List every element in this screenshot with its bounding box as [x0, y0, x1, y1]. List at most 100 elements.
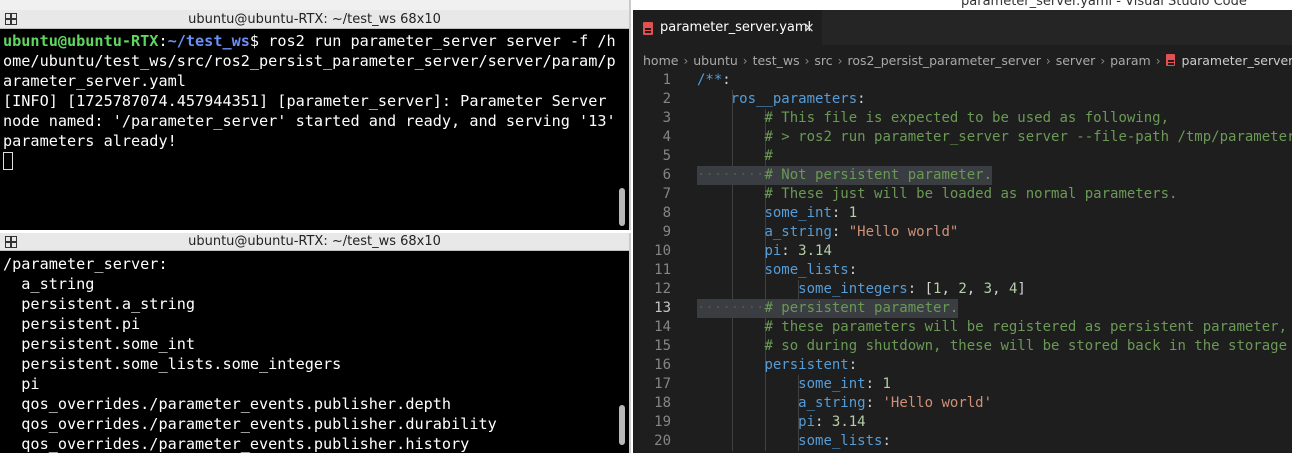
code-line[interactable]: 10 pi: 3.14: [633, 242, 1292, 261]
yaml-value: 1: [848, 205, 858, 221]
terminal-line: pi: [3, 375, 40, 393]
tab-label: parameter_server.yaml: [660, 20, 812, 35]
code-line[interactable]: 13 ········# persistent parameter.: [633, 299, 1292, 318]
breadcrumb-item[interactable]: src: [814, 53, 832, 68]
breadcrumb-item[interactable]: server: [1056, 53, 1096, 68]
yaml-comment: # so during shutdown, these will be stor…: [764, 338, 1292, 354]
line-number: 20: [654, 433, 671, 449]
code-area[interactable]: 1 /**: 2 ros__parameters: 3 # This file is …: [633, 71, 1292, 451]
terminal-titlebar[interactable]: ubuntu@ubuntu-RTX: ~/test_ws 68x10: [0, 10, 629, 29]
yaml-key: some_lists: [764, 262, 849, 278]
code-line[interactable]: 14 # these parameters will be registered…: [633, 318, 1292, 337]
line-number: 14: [654, 319, 671, 335]
chevron-right-icon: ›: [804, 54, 810, 68]
yaml-comment: # > ros2 run parameter_server server --f…: [764, 129, 1292, 145]
code-line[interactable]: 2 ros__parameters:: [633, 90, 1292, 109]
chevron-right-icon: ›: [837, 54, 843, 68]
code-line[interactable]: 5 #: [633, 147, 1292, 166]
line-number: 1: [662, 72, 671, 88]
breadcrumb-item[interactable]: ubuntu: [693, 53, 738, 68]
terminal-output[interactable]: ubuntu@ubuntu-RTX:~/test_ws$ ros2 run pa…: [3, 31, 618, 171]
breadcrumb: home › ubuntu › test_ws › src › ros2_persist_par…: [643, 51, 1292, 71]
terminal-line: persistent.a_string: [3, 295, 196, 313]
terminal-line: persistent.some_int: [3, 335, 196, 353]
yaml-value: "Hello world": [848, 224, 959, 240]
whitespace-dots: ········: [697, 300, 765, 316]
terminal-window-bottom[interactable]: ubuntu@ubuntu-RTX: ~/test_ws 68x10 /para…: [0, 233, 631, 453]
line-number: 4: [662, 129, 671, 145]
terminal-window-top[interactable]: ubuntu@ubuntu-RTX: ~/test_ws 68x10 ubunt…: [0, 0, 631, 230]
yaml-key: some_int: [764, 205, 832, 221]
code-line[interactable]: 12 some_integers: [1, 2, 3, 4]: [633, 280, 1292, 299]
line-content: ros__parameters:: [730, 91, 866, 107]
line-content: some_int: 1: [798, 376, 891, 392]
tab-parameter-server-yaml[interactable]: parameter_server.yaml ×: [633, 10, 822, 45]
breadcrumb-item[interactable]: home: [643, 53, 678, 68]
code-line[interactable]: 3 # This file is expected to be used as …: [633, 109, 1292, 128]
terminal-scrollbar[interactable]: [619, 188, 625, 226]
yaml-value: 1: [882, 376, 891, 392]
yaml-file-icon: [643, 22, 653, 35]
terminal-output[interactable]: /parameter_server: a_string persistent.a…: [3, 254, 618, 453]
line-content: a_string: 'Hello world': [798, 395, 993, 411]
yaml-key: pi: [764, 243, 782, 259]
line-content: #: [697, 147, 773, 166]
line-number: 10: [654, 243, 671, 259]
terminal-line: qos_overrides./parameter_events.publishe…: [3, 435, 470, 453]
code-line[interactable]: 9 a_string: "Hello world": [633, 223, 1292, 242]
breadcrumb-item[interactable]: param: [1110, 53, 1151, 68]
terminal-line: a_string: [3, 275, 95, 293]
terminal-scrollbar[interactable]: [619, 405, 625, 445]
line-number: 5: [662, 148, 671, 164]
line-content: # This file is expected to be used as fo…: [697, 109, 1169, 128]
line-number: 13: [654, 300, 671, 316]
terminal-line: persistent.some_lists.some_integers: [3, 355, 342, 373]
code-line[interactable]: 15 # so during shutdown, these will be s…: [633, 337, 1292, 356]
yaml-comment: #: [764, 148, 773, 164]
code-line[interactable]: 1 /**:: [633, 71, 1292, 90]
window-strip: [0, 0, 629, 10]
code-line[interactable]: 16 persistent:: [633, 356, 1292, 375]
code-line[interactable]: 7 # These just will be loaded as normal …: [633, 185, 1292, 204]
line-number: 17: [654, 376, 671, 392]
terminal-titlebar[interactable]: ubuntu@ubuntu-RTX: ~/test_ws 68x10: [0, 233, 629, 251]
breadcrumb-file[interactable]: parameter_server.yaml: [1182, 53, 1292, 68]
close-icon[interactable]: ×: [803, 11, 815, 45]
yaml-comment: # Not persistent parameter.: [764, 167, 993, 183]
line-content: # These just will be loaded as normal pa…: [697, 185, 1177, 204]
line-content: some_lists:: [798, 433, 891, 449]
terminal-line: persistent.pi: [3, 315, 141, 333]
yaml-key: persistent: [764, 357, 849, 373]
code-line[interactable]: 6 ········# Not persistent parameter.: [633, 166, 1292, 185]
line-content: pi: 3.14: [798, 414, 866, 430]
line-number: 12: [654, 281, 671, 297]
whitespace-dots: ········: [697, 167, 765, 183]
code-line[interactable]: 4 # > ros2 run parameter_server server -…: [633, 128, 1292, 147]
code-editor[interactable]: parameter_server.yaml - Visual Studio Co…: [633, 0, 1292, 453]
code-line[interactable]: 11 some_lists:: [633, 261, 1292, 280]
chevron-right-icon: ›: [1155, 54, 1161, 68]
prompt-user: ubuntu@ubuntu-RTX: [3, 32, 159, 50]
code-line[interactable]: 18 a_string: 'Hello world': [633, 394, 1292, 413]
line-number: 8: [662, 205, 671, 221]
code-line[interactable]: 17 some_int: 1: [633, 375, 1292, 394]
yaml-comment: # persistent parameter.: [764, 300, 959, 316]
terminator-grid-icon[interactable]: [5, 236, 17, 248]
terminal-line: qos_overrides./parameter_events.publishe…: [3, 395, 452, 413]
line-number: 7: [662, 186, 671, 202]
yaml-comment: # This file is expected to be used as fo…: [764, 110, 1170, 126]
breadcrumb-item[interactable]: test_ws: [753, 53, 800, 68]
terminator-grid-icon[interactable]: [5, 13, 17, 25]
line-content: persistent:: [764, 357, 858, 373]
yaml-value: 3.14: [798, 243, 832, 259]
code-line[interactable]: 20 some_lists:: [633, 432, 1292, 451]
log-output: [INFO] [1725787074.457944351] [parameter…: [3, 92, 625, 150]
code-line[interactable]: 8 some_int: 1: [633, 204, 1292, 223]
line-content: ········# persistent parameter.: [697, 299, 958, 318]
breadcrumb-item[interactable]: ros2_persist_parameter_server: [847, 53, 1040, 68]
line-content: /**:: [697, 72, 731, 88]
editor-titlebar: parameter_server.yaml - Visual Studio Co…: [633, 0, 1292, 10]
code-line[interactable]: 19 pi: 3.14: [633, 413, 1292, 432]
chevron-right-icon: ›: [742, 54, 748, 68]
line-content: ········# Not persistent parameter.: [697, 166, 992, 185]
